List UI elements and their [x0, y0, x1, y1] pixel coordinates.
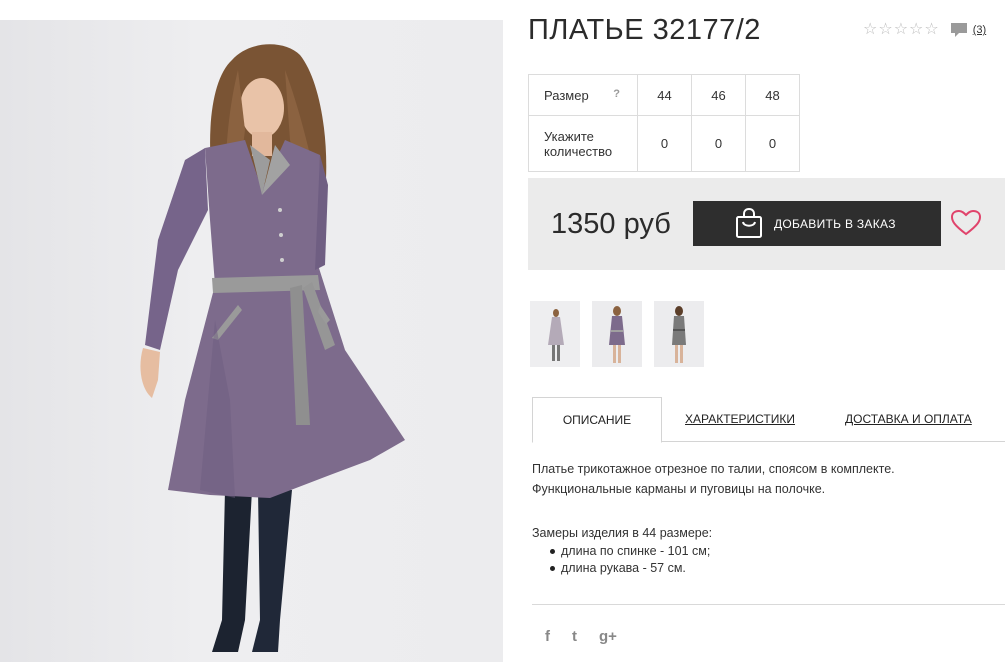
thumbnail-gallery — [530, 301, 704, 367]
product-title: ПЛАТЬЕ 32177/2 — [528, 14, 761, 46]
measurement-item: длина по спинке - 101 см; — [548, 543, 1002, 560]
thumbnail-3[interactable] — [654, 301, 704, 367]
measurement-item: длина рукава - 57 см. — [548, 560, 1002, 577]
star-outline-icon[interactable]: ☆ — [863, 22, 877, 38]
tab-description[interactable]: ОПИСАНИЕ — [532, 397, 662, 443]
measurements-title: Замеры изделия в 44 размере: — [532, 526, 713, 540]
reviews-count-link[interactable]: (3) — [973, 24, 986, 36]
star-outline-icon[interactable]: ☆ — [894, 22, 908, 38]
divider — [532, 604, 1005, 605]
quantity-input-48[interactable]: 0 — [745, 115, 800, 172]
size-help-icon[interactable]: ? — [613, 88, 620, 103]
size-quantity-table: Размер ? 44 46 48 Укажите количество 0 0… — [528, 74, 800, 172]
tab-delivery-payment[interactable]: ДОСТАВКА И ОПЛАТА — [845, 397, 972, 442]
quantity-input-46[interactable]: 0 — [691, 115, 746, 172]
twitter-icon[interactable]: t — [572, 628, 577, 645]
description-line: Функциональные карманы и пуговицы на пол… — [532, 482, 826, 496]
product-main-photo[interactable] — [0, 20, 503, 662]
tab-characteristics[interactable]: ХАРАКТЕРИСТИКИ — [685, 397, 795, 442]
rating-block: ☆ ☆ ☆ ☆ ☆ (3) — [863, 22, 986, 38]
size-label: Размер — [544, 87, 589, 103]
add-to-order-button[interactable]: ДОБАВИТЬ В ЗАКАЗ — [693, 201, 941, 246]
star-outline-icon[interactable]: ☆ — [878, 22, 892, 38]
add-to-order-label: ДОБАВИТЬ В ЗАКАЗ — [774, 216, 896, 231]
measurements-list: длина по спинке - 101 см; длина рукава -… — [548, 543, 1002, 577]
thumbnail-image — [530, 301, 580, 367]
social-share: f t g+ — [545, 628, 617, 645]
size-option-46: 46 — [691, 74, 746, 116]
thumbnail-image — [654, 301, 704, 367]
quantity-input-44[interactable]: 0 — [637, 115, 692, 172]
shopping-bag-icon — [736, 208, 762, 238]
price-box: 1350 руб ДОБАВИТЬ В ЗАКАЗ — [528, 178, 1005, 270]
quantity-label: Укажите количество — [528, 115, 638, 172]
thumbnail-1[interactable] — [530, 301, 580, 367]
star-outline-icon[interactable]: ☆ — [924, 22, 938, 38]
size-option-44: 44 — [637, 74, 692, 116]
thumbnail-image — [592, 301, 642, 367]
comment-icon[interactable] — [950, 22, 968, 38]
product-price: 1350 руб — [551, 208, 671, 240]
star-outline-icon[interactable]: ☆ — [909, 22, 923, 38]
size-label-cell: Размер ? — [528, 74, 638, 116]
heart-icon[interactable] — [951, 210, 981, 236]
thumbnail-2[interactable] — [592, 301, 642, 367]
description-line: Платье трикотажное отрезное по талии, сп… — [532, 462, 895, 476]
product-tabs: ОПИСАНИЕ ХАРАКТЕРИСТИКИ ДОСТАВКА И ОПЛАТ… — [532, 397, 1005, 443]
model-illustration — [140, 44, 405, 652]
googleplus-icon[interactable]: g+ — [599, 628, 617, 645]
size-option-48: 48 — [745, 74, 800, 116]
product-description: Платье трикотажное отрезное по талии, сп… — [532, 459, 1002, 577]
facebook-icon[interactable]: f — [545, 628, 550, 645]
